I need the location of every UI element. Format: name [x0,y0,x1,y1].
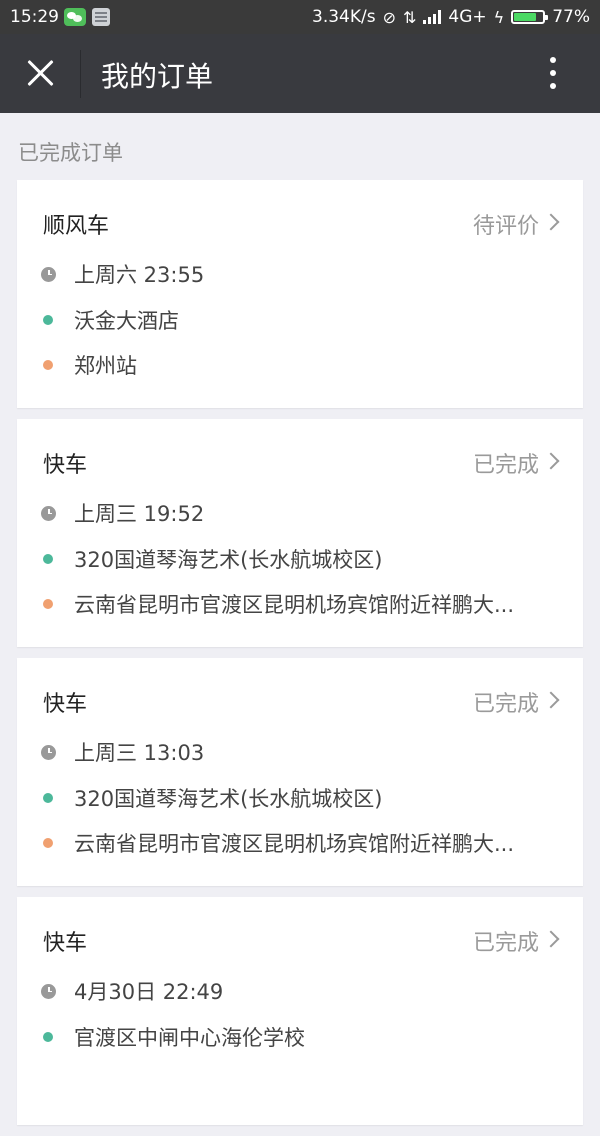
clock-icon [41,744,56,760]
data-transfer-icon: ⇅ [403,7,417,27]
order-type: 快车 [43,692,88,717]
header-divider [80,50,81,98]
order-time-row: 上周三 19:52 [41,498,205,528]
end-dot-icon [43,599,53,609]
app-notification-icon [92,8,110,26]
section-label: 已完成订单 [18,141,123,165]
network-speed: 3.34K/s [312,7,376,27]
chevron-right-icon [542,213,560,231]
order-type: 快车 [43,453,88,478]
order-card[interactable]: 顺风车 待评价 上周六 23:55 沃金大酒店 郑州站 [17,180,583,408]
chevron-right-icon [542,930,560,948]
start-dot-icon [43,554,53,564]
order-time-row: 上周三 13:03 [41,737,205,767]
order-time: 上周三 19:52 [74,502,205,526]
order-time-row: 上周六 23:55 [41,259,205,289]
chevron-right-icon [542,691,560,709]
app-header: 我的订单 [0,34,600,113]
link-icon: ⊘ [382,7,396,27]
order-type: 顺风车 [43,214,110,239]
status-bar: 15:29 3.34K/s ⊘ ⇅ 4G+ ϟ 77% [0,0,600,34]
battery-percent: 77% [552,7,590,27]
page-title: 我的订单 [101,60,214,93]
order-list: 顺风车 待评价 上周六 23:55 沃金大酒店 郑州站 快车 已完成 上周三 1… [17,180,583,1136]
order-time: 上周三 13:03 [74,741,205,765]
clock-icon [41,505,56,521]
battery-icon [511,10,549,24]
battery-fill [514,13,536,21]
order-card[interactable]: 快车 已完成 4月30日 22:49 官渡区中闸中心海伦学校 [17,897,583,1125]
order-end: 郑州站 [74,354,137,378]
clock-icon [41,983,56,999]
order-card[interactable]: 快车 已完成 上周三 13:03 320国道琴海艺术(长水航城校区) 云南省昆明… [17,658,583,886]
status-right: 3.34K/s ⊘ ⇅ 4G+ ϟ 77% [312,7,590,27]
order-start: 官渡区中闸中心海伦学校 [74,1026,305,1050]
order-time: 4月30日 22:49 [74,980,224,1004]
start-dot-icon [43,793,53,803]
order-status: 已完成 [472,692,539,717]
order-time: 上周六 23:55 [74,263,205,287]
order-card[interactable]: 快车 已完成 上周三 19:52 320国道琴海艺术(长水航城校区) 云南省昆明… [17,419,583,647]
charging-icon: ϟ [493,7,505,27]
order-time-row: 4月30日 22:49 [41,976,224,1006]
order-start: 320国道琴海艺术(长水航城校区) [74,787,383,811]
order-end: 云南省昆明市官渡区昆明机场宾馆附近祥鹏大... [74,593,515,617]
signal-icon [423,10,442,24]
close-icon[interactable] [26,58,56,88]
order-end-row: 云南省昆明市官渡区昆明机场宾馆附近祥鹏大... [43,828,514,858]
order-start: 320国道琴海艺术(长水航城校区) [74,548,383,572]
order-end-row: 云南省昆明市官渡区昆明机场宾馆附近祥鹏大... [43,589,514,619]
order-end: 云南省昆明市官渡区昆明机场宾馆附近祥鹏大... [74,832,515,856]
start-dot-icon [43,1032,53,1042]
start-dot-icon [43,315,53,325]
order-start-row: 320国道琴海艺术(长水航城校区) [43,544,382,574]
end-dot-icon [43,360,53,370]
network-type: 4G+ [448,7,487,27]
end-dot-icon [43,838,53,848]
status-time: 15:29 [10,7,59,27]
order-status: 已完成 [472,453,539,478]
order-start-row: 沃金大酒店 [43,305,179,335]
order-status: 待评价 [472,214,539,239]
order-status: 已完成 [472,931,539,956]
chevron-right-icon [542,452,560,470]
order-type: 快车 [43,931,88,956]
order-start-row: 320国道琴海艺术(长水航城校区) [43,783,382,813]
order-end-row: 郑州站 [43,350,137,380]
wechat-notification-icon [64,8,86,26]
clock-icon [41,266,56,282]
order-start: 沃金大酒店 [74,309,179,333]
more-options-icon[interactable] [544,54,562,94]
order-start-row: 官渡区中闸中心海伦学校 [43,1022,305,1052]
